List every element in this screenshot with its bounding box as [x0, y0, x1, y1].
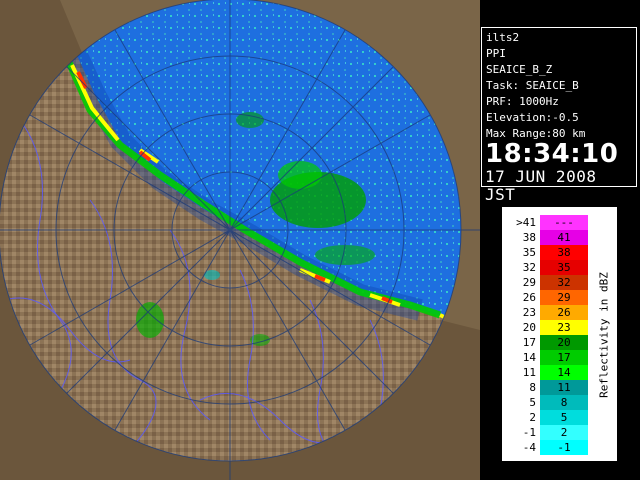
- product-type: PPI: [486, 47, 506, 60]
- legend-row: 35 38: [502, 245, 588, 260]
- legend-row: 23 26: [502, 305, 588, 320]
- legend-low-value: 20: [522, 321, 536, 334]
- legend-row: 17 20: [502, 335, 588, 350]
- reflectivity-legend: >41 --- 38 41 35 38 32 35 29 32 26 29 23 26 20 23 17 20 14…: [501, 206, 618, 462]
- legend-unit-label: Reflectivity in dBZ: [590, 223, 618, 447]
- radar-ppi-map: [0, 0, 480, 480]
- legend-color-swatch: 32: [540, 275, 588, 290]
- scan-info-panel: ilts2 PPI SEAICE_B_Z Task: SEAICE_B PRF:…: [481, 27, 637, 204]
- elevation-value: Elevation:-0.5: [486, 111, 579, 124]
- legend-low-value: 32: [522, 261, 536, 274]
- legend-color-swatch: 17: [540, 350, 588, 365]
- legend-row: -1 2: [502, 425, 588, 440]
- scan-time: 18:34:10: [485, 139, 619, 169]
- legend-row: >41 ---: [502, 215, 588, 230]
- legend-low-value: 23: [522, 306, 536, 319]
- legend-low-value: 5: [529, 396, 536, 409]
- site-name: ilts2: [486, 31, 520, 44]
- legend-low-value: 17: [522, 336, 536, 349]
- legend-color-swatch: -1: [540, 440, 588, 455]
- legend-row: 29 32: [502, 275, 588, 290]
- task-name: Task: SEAICE_B: [486, 79, 579, 92]
- legend-low-value: -1: [522, 426, 536, 439]
- legend-low-value: 2: [529, 411, 536, 424]
- legend-color-swatch: 23: [540, 320, 588, 335]
- legend-color-swatch: 8: [540, 395, 588, 410]
- scan-name: SEAICE_B_Z: [486, 63, 553, 76]
- legend-row: 32 35: [502, 260, 588, 275]
- legend-color-swatch: 38: [540, 245, 588, 260]
- scan-date: 17 JUN 2008 JST: [485, 167, 597, 204]
- legend-unit-text: Reflectivity in dBZ: [597, 272, 611, 398]
- legend-low-value: 26: [522, 291, 536, 304]
- legend-row: 25: [502, 410, 588, 425]
- legend-low-value: 11: [522, 366, 536, 379]
- legend-color-swatch: 11: [540, 380, 588, 395]
- legend-color-swatch: 20: [540, 335, 588, 350]
- legend-low-value: 35: [522, 246, 536, 259]
- legend-row: 20 23: [502, 320, 588, 335]
- legend-row: 38 41: [502, 230, 588, 245]
- legend-color-swatch: 14: [540, 365, 588, 380]
- legend-row: 11 14: [502, 365, 588, 380]
- prf-value: PRF: 1000Hz: [486, 95, 559, 108]
- legend-low-value: 8: [529, 381, 536, 394]
- legend-color-swatch: 26: [540, 305, 588, 320]
- legend-row: 14 17: [502, 350, 588, 365]
- legend-low-value: 14: [522, 351, 536, 364]
- legend-color-swatch: ---: [540, 215, 588, 230]
- legend-row: 8 11: [502, 380, 588, 395]
- legend-color-swatch: 2: [540, 425, 588, 440]
- legend-color-swatch: 5: [540, 410, 588, 425]
- legend-low-value: 38: [522, 231, 536, 244]
- legend-color-swatch: 29: [540, 290, 588, 305]
- legend-low-value: -4: [522, 441, 536, 454]
- legend-row: 58: [502, 395, 588, 410]
- radar-display: ilts2 PPI SEAICE_B_Z Task: SEAICE_B PRF:…: [0, 0, 640, 480]
- legend-low-value: >41: [516, 216, 536, 229]
- legend-row: -4 -1: [502, 440, 588, 455]
- legend-low-value: 29: [522, 276, 536, 289]
- legend-color-swatch: 41: [540, 230, 588, 245]
- legend-row: 26 29: [502, 290, 588, 305]
- legend-color-swatch: 35: [540, 260, 588, 275]
